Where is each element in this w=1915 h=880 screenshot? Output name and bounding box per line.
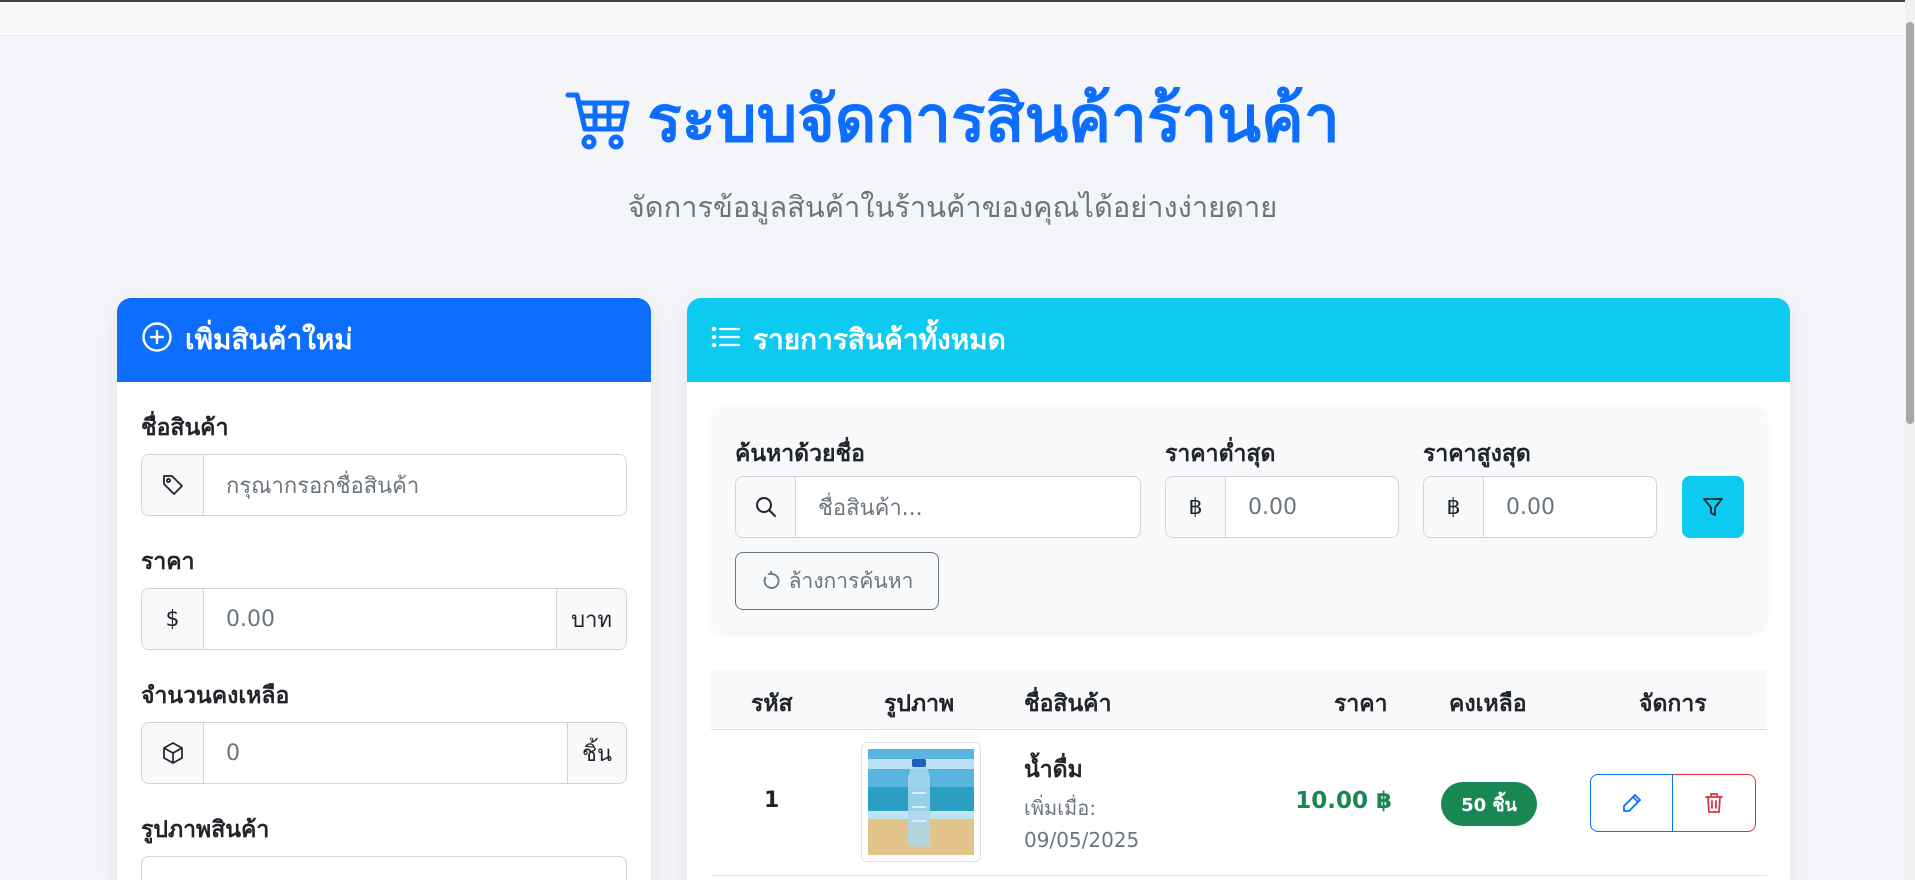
max-price-label: ราคาสูงสุด	[1423, 441, 1531, 467]
image-file-input[interactable]	[141, 856, 627, 880]
box-icon	[142, 723, 204, 783]
image-label: รูปภาพสินค้า	[141, 817, 270, 843]
product-price: 10.00 ฿	[1295, 788, 1392, 814]
name-label: ชื่อสินค้า	[141, 415, 229, 441]
column-header-image: รูปภาพ	[884, 691, 955, 717]
column-header-name: ชื่อสินค้า	[1024, 691, 1112, 717]
browser-top-bar	[0, 0, 1915, 36]
cart-icon	[565, 88, 631, 172]
search-icon	[736, 477, 796, 537]
search-name-group: ชื่อสินค้า...	[735, 476, 1141, 538]
filter-icon	[1703, 498, 1723, 516]
search-panel: ค้นหาด้วยชื่อ ชื่อสินค้า... ราคาต่ำสุด ฿…	[711, 406, 1767, 632]
page-title: ระบบจัดการสินค้าร้านค้า	[0, 78, 1905, 172]
price-unit: บาท	[556, 589, 626, 649]
product-list-header: รายการสินค้าทั้งหมด	[687, 298, 1790, 382]
product-list-title: รายการสินค้าทั้งหมด	[753, 323, 1006, 356]
page-subtitle: จัดการข้อมูลสินค้าในร้านค้าของคุณได้อย่า…	[627, 190, 1278, 224]
product-added-label: เพิ่มเมื่อ:	[1024, 796, 1096, 820]
plus-circle-icon	[141, 321, 185, 360]
edit-icon	[1622, 794, 1641, 812]
search-name-label: ค้นหาด้วยชื่อ	[735, 441, 865, 467]
stock-label: จำนวนคงเหลือ	[141, 683, 290, 709]
stock-badge: 50 ชิ้น	[1441, 782, 1537, 826]
baht-prefix-min: ฿	[1166, 477, 1226, 537]
table-row: 1 น้ำดื่ม เพิ่มเมื่อ: 09/05/2025 10.00 ฿…	[711, 730, 1767, 876]
stock-unit: ชิ้น	[567, 723, 626, 783]
edit-button[interactable]	[1590, 774, 1673, 832]
max-price-input[interactable]: 0.00	[1484, 477, 1656, 537]
product-added-date: 09/05/2025	[1024, 828, 1140, 852]
delete-button[interactable]	[1673, 774, 1756, 832]
filter-button[interactable]	[1682, 476, 1744, 538]
product-name: น้ำดื่ม	[1024, 757, 1083, 783]
stock-input[interactable]: 0	[204, 723, 567, 783]
min-price-label: ราคาต่ำสุด	[1165, 441, 1276, 467]
page-scrollbar[interactable]	[1905, 0, 1915, 880]
trash-icon	[1705, 793, 1723, 813]
column-header-actions: จัดการ	[1639, 691, 1707, 717]
tag-icon	[142, 455, 204, 515]
name-input-group: กรุณากรอกชื่อสินค้า	[141, 454, 627, 516]
add-product-title: เพิ่มสินค้าใหม่	[185, 323, 353, 356]
dollar-prefix: $	[142, 589, 204, 649]
add-product-header: เพิ่มสินค้าใหม่	[117, 298, 651, 382]
max-price-group: ฿ 0.00	[1423, 476, 1657, 538]
reset-search-button[interactable]: ล้างการค้นหา	[735, 552, 939, 610]
product-image	[861, 742, 981, 862]
reset-icon	[763, 571, 780, 589]
price-label: ราคา	[141, 549, 195, 575]
price-input[interactable]: 0.00	[204, 589, 556, 649]
add-product-card: เพิ่มสินค้าใหม่ ชื่อสินค้า กรุณากรอกชื่อ…	[117, 298, 651, 880]
product-table-header: รหัส รูปภาพ ชื่อสินค้า ราคา คงเหลือ จัดก…	[711, 670, 1767, 730]
water-bottle-image	[868, 749, 974, 855]
reset-search-label: ล้างการค้นหา	[788, 569, 914, 593]
price-input-group: $ 0.00 บาท	[141, 588, 627, 650]
baht-prefix-max: ฿	[1424, 477, 1484, 537]
page-title-text: ระบบจัดการสินค้าร้านค้า	[647, 83, 1340, 157]
product-id: 1	[764, 788, 780, 813]
stock-input-group: 0 ชิ้น	[141, 722, 627, 784]
search-name-input[interactable]: ชื่อสินค้า...	[796, 477, 1140, 537]
column-header-price: ราคา	[1334, 691, 1388, 717]
min-price-group: ฿ 0.00	[1165, 476, 1399, 538]
list-icon	[711, 324, 753, 357]
product-list-card: รายการสินค้าทั้งหมด ค้นหาด้วยชื่อ ชื่อสิ…	[687, 298, 1790, 880]
row-actions	[1590, 774, 1756, 832]
column-header-id: รหัส	[751, 691, 793, 717]
min-price-input[interactable]: 0.00	[1226, 477, 1398, 537]
product-name-input[interactable]: กรุณากรอกชื่อสินค้า	[204, 455, 626, 515]
column-header-stock: คงเหลือ	[1449, 691, 1527, 717]
scrollbar-thumb[interactable]	[1906, 22, 1914, 424]
